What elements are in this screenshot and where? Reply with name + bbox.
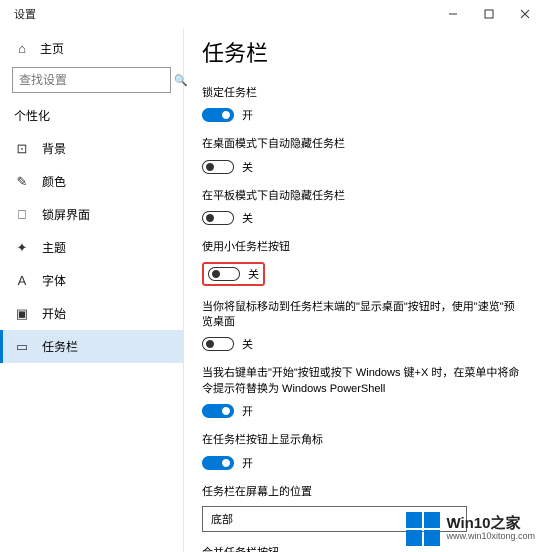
watermark-brand: Win10之家 xyxy=(446,516,535,533)
toggle-state: 关 xyxy=(242,336,253,352)
toggle-autohide-desktop[interactable] xyxy=(202,160,234,174)
page-title: 任务栏 xyxy=(202,36,525,68)
content-area: 任务栏 锁定任务栏 开 在桌面模式下自动隐藏任务栏 关 在平板模式下自动隐藏任务… xyxy=(184,28,543,552)
setting-combine: 合并任务栏按钮 始终合并按钮 ⌄ xyxy=(202,546,525,552)
sidebar-item-taskbar[interactable]: ▭ 任务栏 xyxy=(0,330,183,363)
window-title: 设置 xyxy=(8,6,36,22)
taskbar-icon: ▭ xyxy=(14,340,30,354)
toggle-state: 开 xyxy=(242,455,253,471)
setting-peek-preview: 当你将鼠标移动到任务栏末端的"显示桌面"按钮时，使用"速览"预览桌面 关 xyxy=(202,300,525,353)
sidebar-item-label: 字体 xyxy=(42,272,66,289)
setting-label: 任务栏在屏幕上的位置 xyxy=(202,485,525,500)
font-icon: A xyxy=(14,274,30,288)
lockscreen-icon: ⎕ xyxy=(14,208,30,222)
palette-icon: ✎ xyxy=(14,175,30,189)
setting-label: 锁定任务栏 xyxy=(202,86,525,101)
start-icon: ▣ xyxy=(14,307,30,321)
setting-label: 当你将鼠标移动到任务栏末端的"显示桌面"按钮时，使用"速览"预览桌面 xyxy=(202,300,525,331)
setting-label: 在平板模式下自动隐藏任务栏 xyxy=(202,189,525,204)
sidebar-item-fonts[interactable]: A 字体 xyxy=(0,264,183,297)
close-button[interactable] xyxy=(507,0,543,28)
search-input[interactable]: 🔍 xyxy=(12,67,171,93)
setting-label: 在任务栏按钮上显示角标 xyxy=(202,433,525,448)
sidebar-item-label: 背景 xyxy=(42,140,66,157)
setting-powershell: 当我右键单击"开始"按钮或按下 Windows 键+X 时，在菜单中将命令提示符… xyxy=(202,366,525,419)
setting-autohide-desktop: 在桌面模式下自动隐藏任务栏 关 xyxy=(202,137,525,174)
setting-autohide-tablet: 在平板模式下自动隐藏任务栏 关 xyxy=(202,189,525,226)
sidebar-item-label: 颜色 xyxy=(42,173,66,190)
toggle-autohide-tablet[interactable] xyxy=(202,211,234,225)
home-nav[interactable]: ⌂ 主页 xyxy=(0,34,183,63)
toggle-badges[interactable] xyxy=(202,456,234,470)
highlight-annotation: 关 xyxy=(202,262,265,286)
toggle-state: 关 xyxy=(248,266,259,282)
sidebar-item-label: 锁屏界面 xyxy=(42,206,90,223)
window-controls xyxy=(435,0,543,28)
search-field[interactable] xyxy=(19,73,174,87)
sidebar-item-background[interactable]: ⊡ 背景 xyxy=(0,132,183,165)
toggle-powershell[interactable] xyxy=(202,404,234,418)
home-icon: ⌂ xyxy=(14,42,30,56)
sidebar-item-colors[interactable]: ✎ 颜色 xyxy=(0,165,183,198)
select-value: 底部 xyxy=(211,511,233,527)
setting-badges: 在任务栏按钮上显示角标 开 xyxy=(202,433,525,470)
setting-label: 合并任务栏按钮 xyxy=(202,546,525,552)
windows-logo-icon xyxy=(406,512,440,546)
setting-small-buttons: 使用小任务栏按钮 关 xyxy=(202,240,525,285)
sidebar-item-lockscreen[interactable]: ⎕ 锁屏界面 xyxy=(0,198,183,231)
setting-label: 使用小任务栏按钮 xyxy=(202,240,525,255)
sidebar: ⌂ 主页 🔍 个性化 ⊡ 背景 ✎ 颜色 ⎕ 锁屏界面 ✦ 主题 A 字体 xyxy=(0,28,184,552)
toggle-peek-preview[interactable] xyxy=(202,337,234,351)
toggle-small-buttons[interactable] xyxy=(208,267,240,281)
toggle-state: 关 xyxy=(242,159,253,175)
sidebar-item-start[interactable]: ▣ 开始 xyxy=(0,297,183,330)
theme-icon: ✦ xyxy=(14,241,30,255)
toggle-lock-taskbar[interactable] xyxy=(202,108,234,122)
setting-lock-taskbar: 锁定任务栏 开 xyxy=(202,86,525,123)
section-label: 个性化 xyxy=(0,103,183,132)
sidebar-item-label: 主题 xyxy=(42,239,66,256)
setting-label: 在桌面模式下自动隐藏任务栏 xyxy=(202,137,525,152)
toggle-state: 关 xyxy=(242,210,253,226)
toggle-state: 开 xyxy=(242,107,253,123)
picture-icon: ⊡ xyxy=(14,142,30,156)
watermark-url: www.win10xitong.com xyxy=(446,532,535,542)
sidebar-item-label: 开始 xyxy=(42,305,66,322)
home-label: 主页 xyxy=(40,40,64,57)
setting-label: 当我右键单击"开始"按钮或按下 Windows 键+X 时，在菜单中将命令提示符… xyxy=(202,366,525,397)
sidebar-item-label: 任务栏 xyxy=(42,338,78,355)
maximize-button[interactable] xyxy=(471,0,507,28)
watermark: Win10之家 www.win10xitong.com xyxy=(406,512,535,546)
toggle-state: 开 xyxy=(242,403,253,419)
titlebar: 设置 xyxy=(0,0,543,28)
minimize-button[interactable] xyxy=(435,0,471,28)
sidebar-item-themes[interactable]: ✦ 主题 xyxy=(0,231,183,264)
